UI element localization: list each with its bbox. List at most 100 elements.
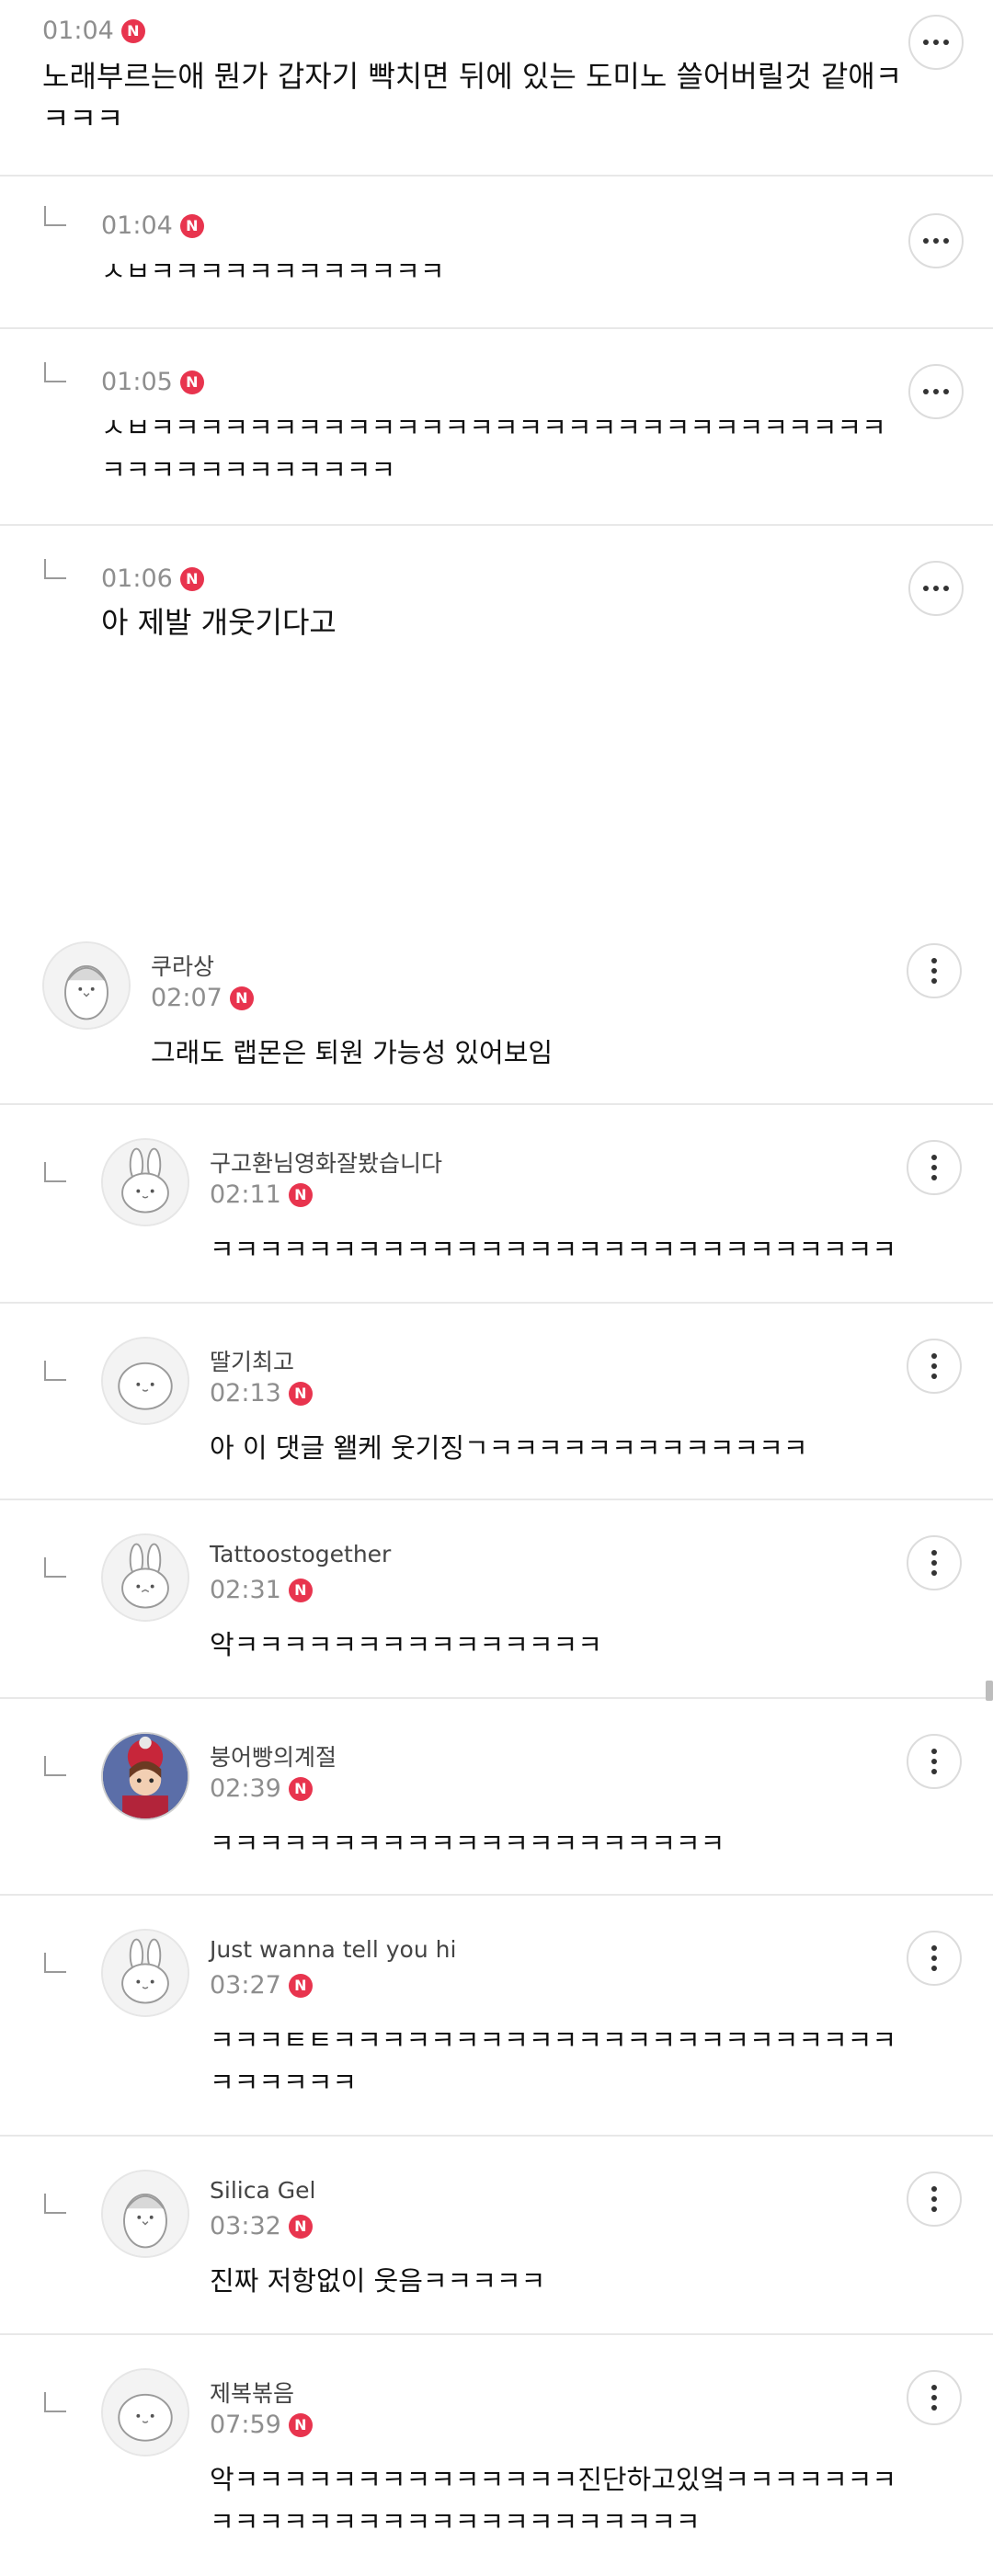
comment-text: 그래도 랩몬은 퇴원 가능성 있어보임	[151, 1037, 554, 1068]
new-badge: N	[179, 566, 204, 591]
character-avatar-icon	[103, 1734, 188, 1818]
comment-meta: 01:04 N	[42, 17, 145, 45]
comment-text: 아 제발 개웃기다고	[101, 605, 337, 640]
more-vertical-icon	[931, 2186, 937, 2212]
avatar[interactable]	[101, 2170, 189, 2258]
avatar[interactable]	[42, 941, 131, 1030]
bunny-avatar-icon	[103, 1931, 188, 2015]
author-name[interactable]: Tattoostogether	[210, 1541, 391, 1567]
comment-time: 02:13	[210, 1379, 281, 1408]
reply-item: 붕어빵의계절 02:39 N ㅋㅋㅋㅋㅋㅋㅋㅋㅋㅋㅋㅋㅋㅋㅋㅋㅋㅋㅋㅋㅋ	[0, 1699, 993, 1896]
new-badge: N	[179, 370, 204, 394]
author-name[interactable]: 딸기최고	[210, 1344, 294, 1377]
bunny-avatar-icon	[103, 1140, 188, 1225]
reply-arrow-icon	[44, 559, 66, 579]
reply-item: 제복볶음 07:59 N 악ㅋㅋㅋㅋㅋㅋㅋㅋㅋㅋㅋㅋㅋㅋ진단하고있엌ㅋㅋㅋㅋㅋㅋ…	[0, 2335, 993, 2576]
reply-item: 01:05 N ㅅㅂㅋㅋㅋㅋㅋㅋㅋㅋㅋㅋㅋㅋㅋㅋㅋㅋㅋㅋㅋㅋㅋㅋㅋㅋㅋㅋㅋㅋㅋㅋ…	[0, 329, 993, 526]
more-options-button[interactable]	[907, 2370, 962, 2425]
comment-meta: 03:32 N	[210, 2212, 313, 2240]
author-name[interactable]: Just wanna tell you hi	[210, 1936, 456, 1963]
more-options-button[interactable]	[907, 1535, 962, 1590]
comment-time: 02:07	[151, 984, 223, 1012]
comment-text: ㅋㅋㅋㅋㅋㅋㅋㅋㅋㅋㅋㅋㅋㅋㅋㅋㅋㅋㅋㅋㅋ	[210, 1828, 725, 1859]
comment-meta: 01:06 N	[101, 564, 204, 593]
comment-text: 진짜 저항없이 웃음ㅋㅋㅋㅋㅋ	[210, 2265, 546, 2297]
comment-item: 쿠라상 02:07 N 그래도 랩몬은 퇴원 가능성 있어보임	[0, 919, 993, 1105]
more-horizontal-icon	[923, 389, 949, 394]
new-badge: N	[288, 2214, 313, 2239]
more-vertical-icon	[931, 958, 937, 984]
avatar[interactable]	[101, 1337, 189, 1425]
more-vertical-icon	[931, 1945, 937, 1971]
more-options-button[interactable]	[907, 1734, 962, 1789]
author-name[interactable]: Silica Gel	[210, 2177, 315, 2204]
more-vertical-icon	[931, 1155, 937, 1180]
comment-time: 02:31	[210, 1576, 281, 1604]
more-options-button[interactable]	[907, 1339, 962, 1394]
more-options-button[interactable]	[907, 1140, 962, 1195]
more-options-button[interactable]	[907, 1931, 962, 1986]
new-badge: N	[179, 213, 204, 238]
reply-arrow-icon	[44, 1162, 66, 1182]
penguin-avatar-icon	[103, 2171, 188, 2256]
comment-meta: 01:05 N	[101, 368, 204, 396]
comment-time: 02:39	[210, 1774, 281, 1803]
comment-time: 01:05	[101, 368, 173, 396]
more-options-button[interactable]	[908, 15, 964, 70]
comment-text: ㅅㅂㅋㅋㅋㅋㅋㅋㅋㅋㅋㅋㅋㅋㅋㅋㅋㅋㅋㅋㅋㅋㅋㅋㅋㅋㅋㅋㅋㅋㅋㅋㅋㅋㅋㅋㅋㅋㅋㅋ…	[101, 412, 886, 485]
scrollbar-thumb[interactable]	[986, 1681, 993, 1701]
new-badge: N	[288, 1381, 313, 1406]
new-badge: N	[229, 986, 254, 1010]
author-name[interactable]: 붕어빵의계절	[210, 1739, 337, 1772]
avatar[interactable]	[101, 2368, 189, 2456]
comment-meta: 02:31 N	[210, 1576, 313, 1604]
more-vertical-icon	[931, 1749, 937, 1774]
more-options-button[interactable]	[907, 943, 962, 998]
new-badge: N	[288, 1973, 313, 1998]
reply-arrow-icon	[44, 206, 66, 226]
more-vertical-icon	[931, 1550, 937, 1576]
round-face-avatar-icon	[103, 1339, 188, 1423]
comment-time: 02:11	[210, 1180, 281, 1209]
author-name[interactable]: 쿠라상	[151, 949, 214, 982]
comment-text: ㅋㅋㅋㅌㅌㅋㅋㅋㅋㅋㅋㅋㅋㅋㅋㅋㅋㅋㅋㅋㅋㅋㅋㅋㅋㅋㅋㅋㅋㅋㅋㅋㅋㅋ	[210, 2024, 897, 2098]
more-horizontal-icon	[923, 40, 949, 45]
new-badge: N	[288, 1182, 313, 1207]
avatar[interactable]	[101, 1732, 189, 1820]
reply-arrow-icon	[44, 1756, 66, 1776]
new-badge: N	[288, 2412, 313, 2437]
comment-time: 01:04	[101, 211, 173, 240]
reply-arrow-icon	[44, 1557, 66, 1578]
comment-meta: 02:39 N	[210, 1774, 313, 1803]
round-face-avatar-icon	[103, 2370, 188, 2455]
bunny-avatar-icon	[103, 1535, 188, 1620]
author-name[interactable]: 제복볶음	[210, 2376, 294, 2409]
more-options-button[interactable]	[908, 561, 964, 616]
more-vertical-icon	[931, 1353, 937, 1379]
more-options-button[interactable]	[908, 213, 964, 268]
avatar[interactable]	[101, 1929, 189, 2017]
more-options-button[interactable]	[908, 364, 964, 419]
more-options-button[interactable]	[907, 2171, 962, 2227]
reply-arrow-icon	[44, 2194, 66, 2214]
comment-meta: 01:04 N	[101, 211, 204, 240]
reply-arrow-icon	[44, 2392, 66, 2412]
new-badge: N	[120, 18, 145, 43]
comment-text: 노래부르는애 뭔가 갑자기 빡치면 뒤에 있는 도미노 쓸어버릴것 같애ㅋㅋㅋㅋ	[42, 59, 903, 136]
more-horizontal-icon	[923, 586, 949, 591]
comment-time: 03:32	[210, 2212, 281, 2240]
avatar[interactable]	[101, 1533, 189, 1622]
comment-meta: 02:11 N	[210, 1180, 313, 1209]
more-vertical-icon	[931, 2385, 937, 2411]
penguin-avatar-icon	[44, 943, 129, 1028]
comment-time: 01:06	[101, 564, 173, 593]
comment-meta: 07:59 N	[210, 2411, 313, 2439]
comment-meta: 02:13 N	[210, 1379, 313, 1408]
author-name[interactable]: 구고환님영화잘봤습니다	[210, 1146, 442, 1179]
comment-time: 07:59	[210, 2411, 281, 2439]
comment-text: ㅋㅋㅋㅋㅋㅋㅋㅋㅋㅋㅋㅋㅋㅋㅋㅋㅋㅋㅋㅋㅋㅋㅋㅋㅋㅋㅋㅋ	[210, 1234, 897, 1265]
reply-arrow-icon	[44, 1361, 66, 1381]
comment-meta: 02:07 N	[151, 984, 254, 1012]
avatar[interactable]	[101, 1138, 189, 1226]
more-horizontal-icon	[923, 238, 949, 244]
